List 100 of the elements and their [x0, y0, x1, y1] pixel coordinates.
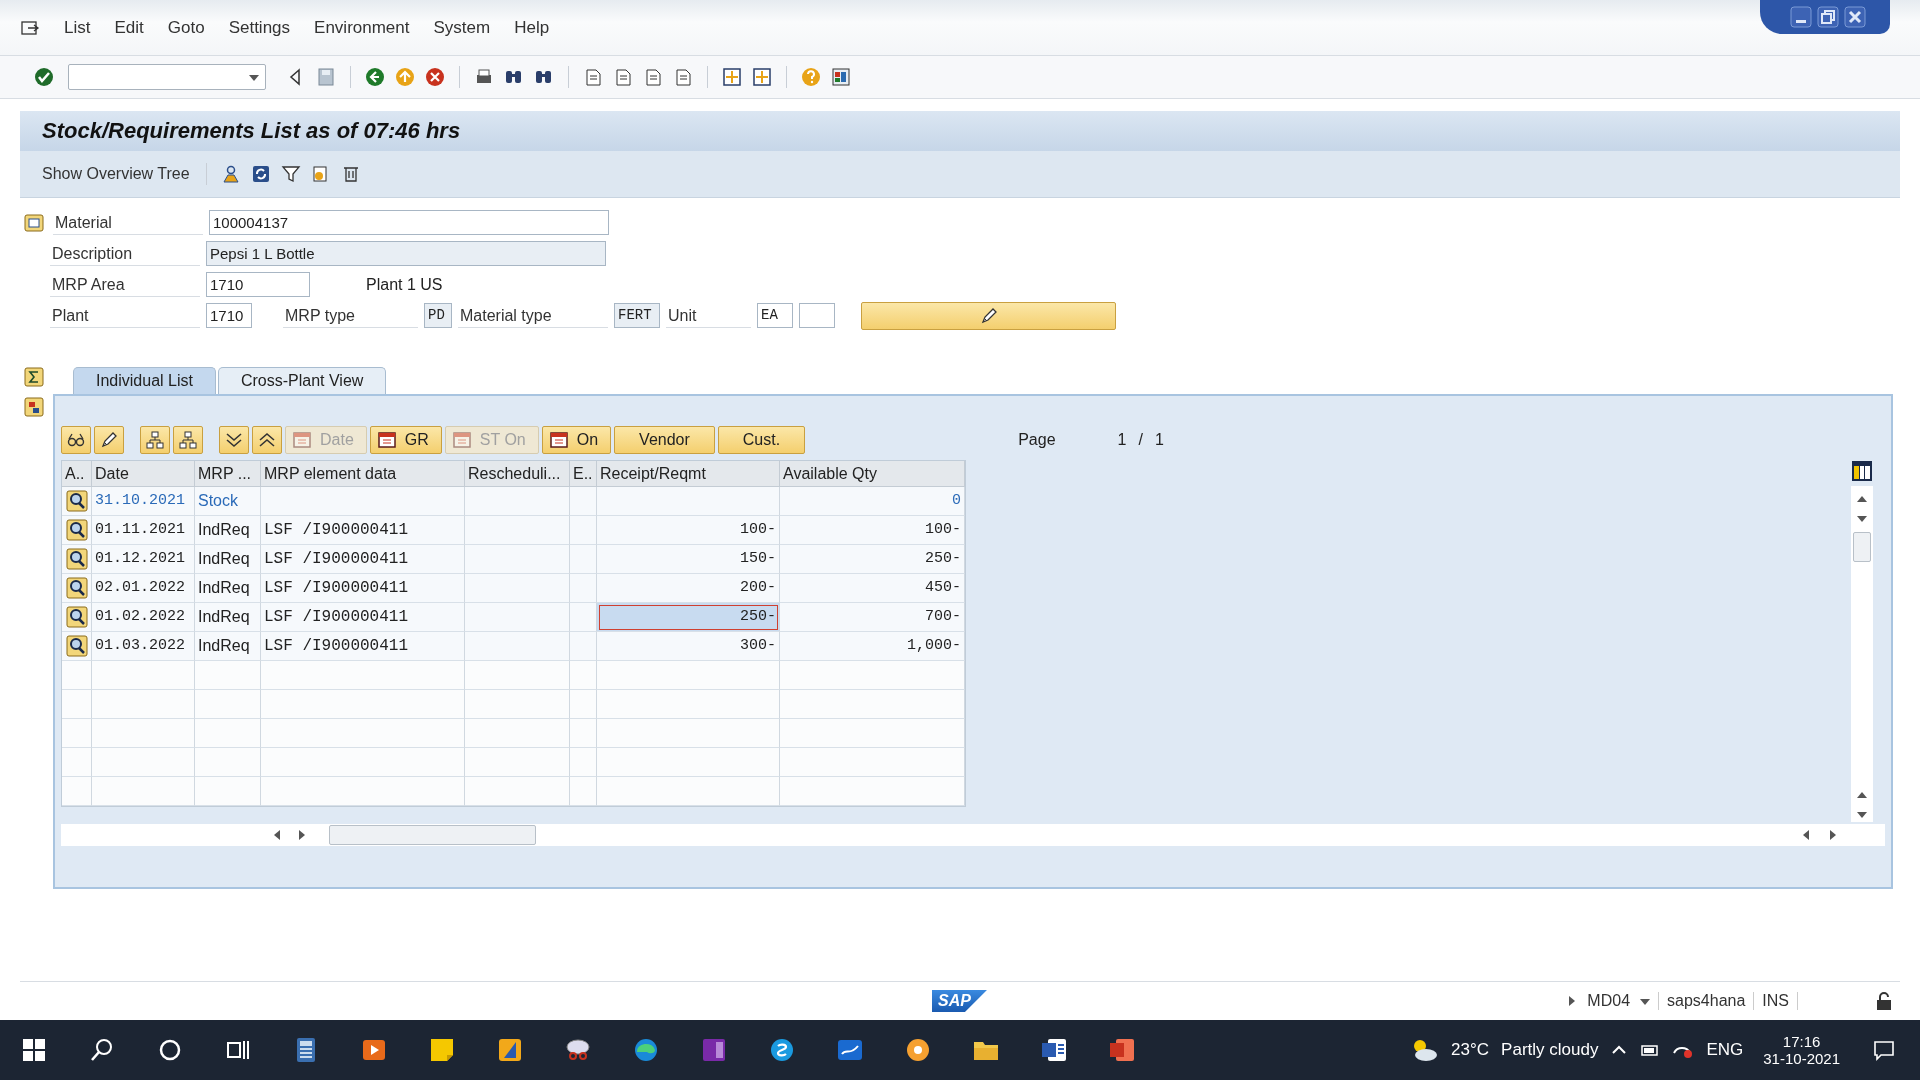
tab[interactable]: Cross-Plant View: [217, 367, 387, 394]
column-header[interactable]: Available Qty: [780, 461, 965, 487]
toolbar-button[interactable]: Vendor: [614, 426, 715, 454]
clock-date[interactable]: 31-10-2021: [1763, 1050, 1840, 1067]
details-button[interactable]: [61, 426, 91, 454]
transaction-dropdown[interactable]: MD04: [1587, 992, 1631, 1010]
chat-icon[interactable]: [768, 1036, 796, 1064]
table-cell: IndReq: [195, 516, 261, 545]
hierarchy-icon[interactable]: [23, 396, 45, 418]
selected-cell[interactable]: 250-: [597, 603, 780, 632]
lock-icon[interactable]: [1874, 991, 1894, 1011]
expand-button[interactable]: [140, 426, 170, 454]
table-cell: 200-: [597, 574, 780, 603]
shortcut-icon[interactable]: [752, 67, 772, 87]
input-field[interactable]: 1710: [206, 303, 252, 328]
menu-icon[interactable]: [20, 18, 40, 37]
field-label: MRP type: [283, 303, 418, 328]
table-cell: 02.01.2022: [92, 574, 195, 603]
person-icon[interactable]: [220, 164, 241, 184]
field-label: Description: [50, 241, 200, 266]
table-cell: [570, 661, 597, 690]
column-header[interactable]: Receipt/Reqmt: [597, 461, 780, 487]
table-cell: [570, 719, 597, 748]
first-page-icon[interactable]: [583, 67, 603, 87]
previous-page-icon[interactable]: [613, 67, 633, 87]
word-processor-icon[interactable]: [1040, 1036, 1068, 1064]
clock-time[interactable]: 17:16: [1782, 1033, 1821, 1050]
table-cell: IndReq: [195, 603, 261, 632]
toolbar-button[interactable]: Cust.: [717, 426, 806, 454]
start-icon[interactable]: [20, 1036, 48, 1064]
column-header[interactable]: E..: [570, 461, 597, 487]
menu-item[interactable]: Edit: [114, 17, 144, 38]
cancel-icon[interactable]: [425, 67, 445, 87]
toolbar-button[interactable]: GR: [369, 426, 442, 454]
system-name: saps4hana: [1658, 992, 1746, 1010]
column-settings-icon[interactable]: [1851, 460, 1873, 482]
refresh-icon[interactable]: [250, 164, 271, 184]
browser-icon[interactable]: [632, 1036, 660, 1064]
filter-icon[interactable]: [280, 164, 301, 184]
input-field[interactable]: 1710: [206, 272, 310, 297]
language-indicator[interactable]: ENG: [1706, 1040, 1744, 1060]
layout-icon[interactable]: [831, 67, 851, 87]
input-field[interactable]: PD: [424, 303, 452, 328]
input-field[interactable]: EA: [757, 303, 793, 328]
menu-item[interactable]: Environment: [314, 17, 410, 38]
scroll-thumb[interactable]: [329, 825, 536, 845]
table-cell: [570, 748, 597, 777]
insert-mode: INS: [1753, 992, 1789, 1010]
command-field[interactable]: [68, 64, 266, 90]
sticky-note-icon[interactable]: [428, 1036, 456, 1064]
enter-icon[interactable]: [34, 67, 54, 87]
notification-icon[interactable]: [1872, 1038, 1896, 1062]
table-cell: IndReq: [195, 574, 261, 603]
menu-item[interactable]: List: [64, 17, 91, 38]
toolbar-button[interactable]: On: [541, 426, 612, 454]
input-field[interactable]: Pepsi 1 L Bottle: [206, 241, 606, 266]
presentation-icon[interactable]: [1108, 1036, 1136, 1064]
tab[interactable]: Individual List: [73, 367, 216, 394]
back-icon[interactable]: [365, 67, 385, 87]
weather-text[interactable]: Partly cloudy: [1501, 1040, 1599, 1060]
table-cell: 100-: [780, 516, 965, 545]
sum-icon[interactable]: [23, 366, 45, 388]
column-header[interactable]: Date: [92, 461, 195, 487]
column-header[interactable]: Rescheduli...: [465, 461, 570, 487]
input-field[interactable]: 100004137: [209, 210, 609, 235]
calendar-icon: [376, 430, 397, 450]
edit-button[interactable]: [94, 426, 124, 454]
table-cell: 700-: [780, 603, 965, 632]
column-header[interactable]: A..: [62, 461, 92, 487]
table-cell: 250-: [780, 545, 965, 574]
table-cell: [570, 690, 597, 719]
table-cell: Stock: [195, 487, 261, 516]
last-page-icon[interactable]: [673, 67, 693, 87]
flower-icon[interactable]: [904, 1036, 932, 1064]
scroll-thumb[interactable]: [1853, 532, 1871, 562]
input-field[interactable]: FERT: [614, 303, 660, 328]
menu-item[interactable]: Settings: [228, 17, 291, 38]
new-session-icon[interactable]: [722, 67, 742, 87]
minimize-icon[interactable]: [1790, 6, 1812, 28]
table-cell: [195, 661, 261, 690]
notebook-icon[interactable]: [700, 1036, 728, 1064]
show-overview-tree-button[interactable]: Show Overview Tree: [40, 165, 192, 183]
close-icon[interactable]: [1844, 6, 1866, 28]
calendar-icon: [451, 430, 472, 450]
vertical-scrollbar[interactable]: [1851, 486, 1873, 822]
menu-item[interactable]: Help: [514, 17, 550, 38]
restore-icon[interactable]: [1817, 6, 1839, 28]
scroll-up-button[interactable]: [252, 426, 282, 454]
input-field[interactable]: [799, 303, 835, 328]
next-page-icon[interactable]: [643, 67, 663, 87]
column-header[interactable]: MRP ...: [195, 461, 261, 487]
folder-icon[interactable]: [23, 211, 45, 234]
logo: SAP: [932, 990, 987, 1012]
scroll-down-button[interactable]: [219, 426, 249, 454]
temperature[interactable]: 23°C: [1451, 1040, 1490, 1060]
menu-item[interactable]: Goto: [167, 17, 205, 38]
column-header[interactable]: MRP element data: [261, 461, 465, 487]
sap-logon-icon[interactable]: [496, 1036, 524, 1064]
menu-item[interactable]: System: [433, 17, 491, 38]
collapse-button[interactable]: [173, 426, 203, 454]
